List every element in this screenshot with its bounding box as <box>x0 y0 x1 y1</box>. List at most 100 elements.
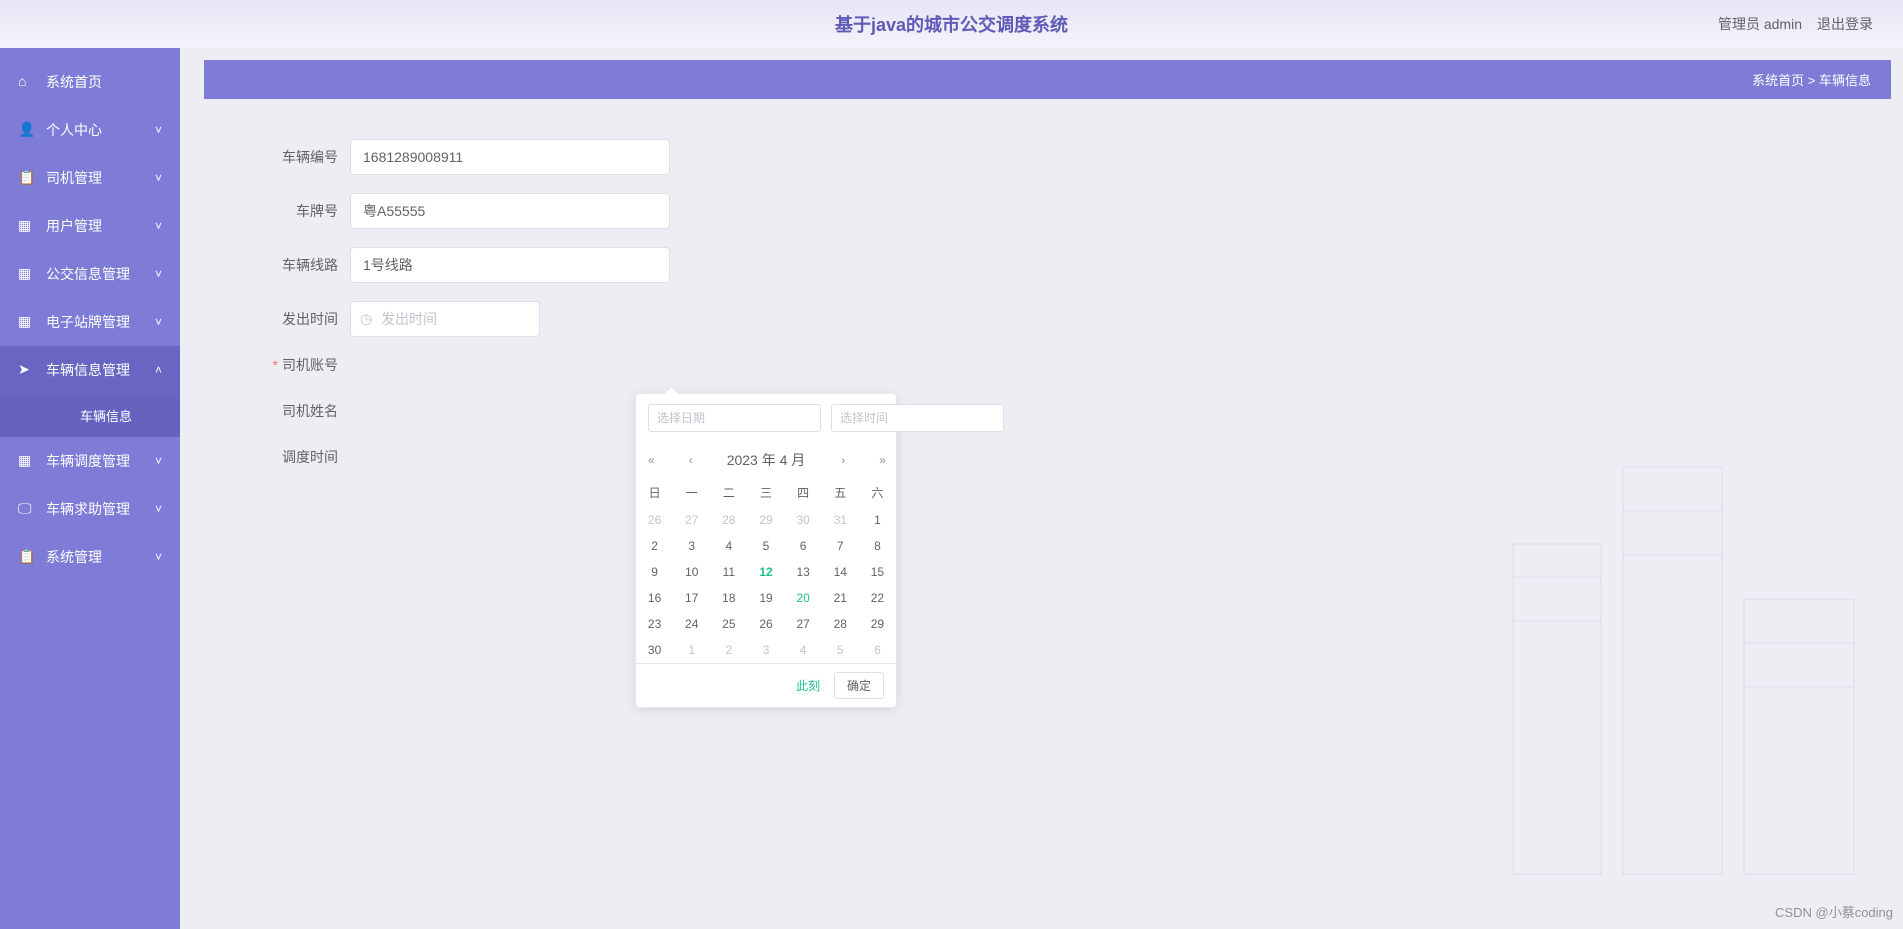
calendar-day[interactable]: 20 <box>785 585 822 611</box>
calendar-day[interactable]: 13 <box>785 559 822 585</box>
clipboard-icon: 📋 <box>18 548 36 566</box>
calendar-day[interactable]: 28 <box>710 507 747 533</box>
input-depart-time[interactable] <box>350 301 540 337</box>
calendar-day[interactable]: 5 <box>747 533 784 559</box>
datepicker-time-input[interactable] <box>831 404 1004 432</box>
calendar-day[interactable]: 16 <box>636 585 673 611</box>
monitor-icon: 🖵 <box>18 500 36 518</box>
sidebar-item-label: 车辆求助管理 <box>46 499 130 519</box>
form: 车辆编号 车牌号 车辆线路 发出时间 ◷ 司机账号 <box>180 99 1903 525</box>
calendar-day[interactable]: 8 <box>859 533 896 559</box>
calendar-day[interactable]: 2 <box>710 637 747 663</box>
calendar-day[interactable]: 6 <box>785 533 822 559</box>
breadcrumb: 系统首页 > 车辆信息 <box>204 60 1891 99</box>
person-icon: 👤 <box>18 121 36 139</box>
sidebar-item-3[interactable]: ▦用户管理˅ <box>0 202 180 250</box>
user-label[interactable]: 管理员 admin <box>1718 14 1802 34</box>
calendar-day[interactable]: 22 <box>859 585 896 611</box>
calendar-day[interactable]: 17 <box>673 585 710 611</box>
calendar-day[interactable]: 29 <box>747 507 784 533</box>
sidebar-item-label: 电子站牌管理 <box>46 312 130 332</box>
now-button[interactable]: 此刻 <box>796 679 820 693</box>
grid-icon: ▦ <box>18 217 36 235</box>
calendar-day[interactable]: 25 <box>710 611 747 637</box>
datepicker: « ‹ 2023 年 4 月 › » 日一二三四五六 2627282930311… <box>635 393 897 708</box>
calendar-day[interactable]: 29 <box>859 611 896 637</box>
input-vehicle-id[interactable] <box>350 139 670 175</box>
breadcrumb-sep: > <box>1808 73 1816 88</box>
clock-icon: ◷ <box>360 311 372 328</box>
breadcrumb-home[interactable]: 系统首页 <box>1752 73 1804 88</box>
calendar-day[interactable]: 5 <box>822 637 859 663</box>
sidebar-item-label: 系统管理 <box>46 547 102 567</box>
calendar-day[interactable]: 18 <box>710 585 747 611</box>
sidebar-item-label: 车辆信息管理 <box>46 360 130 380</box>
calendar-day[interactable]: 7 <box>822 533 859 559</box>
chevron-down-icon: ˅ <box>155 315 162 329</box>
sidebar-item-6[interactable]: ➤车辆信息管理˄ <box>0 346 180 394</box>
calendar-day[interactable]: 23 <box>636 611 673 637</box>
sidebar-item-0[interactable]: ⌂系统首页 <box>0 58 180 106</box>
calendar-day[interactable]: 24 <box>673 611 710 637</box>
calendar-day[interactable]: 4 <box>710 533 747 559</box>
submenu-item[interactable]: 车辆信息 <box>0 394 180 437</box>
calendar-table: 日一二三四五六 26272829303112345678910111213141… <box>636 478 896 663</box>
next-month-icon[interactable]: › <box>841 453 843 467</box>
calendar-day[interactable]: 1 <box>673 637 710 663</box>
label-driver-account: 司机账号 <box>240 355 350 375</box>
next-year-icon[interactable]: » <box>879 453 884 467</box>
sidebar-item-1[interactable]: 👤个人中心˅ <box>0 106 180 154</box>
label-depart-time: 发出时间 <box>240 309 350 329</box>
header-right: 管理员 admin 退出登录 <box>1718 14 1903 34</box>
calendar-day[interactable]: 11 <box>710 559 747 585</box>
sidebar-item-2[interactable]: 📋司机管理˅ <box>0 154 180 202</box>
chevron-down-icon: ˅ <box>155 267 162 281</box>
label-vehicle-id: 车辆编号 <box>240 147 350 167</box>
calendar-day[interactable]: 27 <box>673 507 710 533</box>
chevron-down-icon: ˅ <box>155 502 162 516</box>
calendar-day[interactable]: 30 <box>636 637 673 663</box>
prev-year-icon[interactable]: « <box>648 453 653 467</box>
input-plate[interactable] <box>350 193 670 229</box>
weekday-header: 二 <box>710 478 747 507</box>
calendar-day[interactable]: 15 <box>859 559 896 585</box>
sidebar-item-9[interactable]: 📋系统管理˅ <box>0 533 180 581</box>
calendar-day[interactable]: 19 <box>747 585 784 611</box>
sidebar-item-7[interactable]: ▦车辆调度管理˅ <box>0 437 180 485</box>
calendar-day[interactable]: 26 <box>747 611 784 637</box>
label-route: 车辆线路 <box>240 255 350 275</box>
sidebar-item-4[interactable]: ▦公交信息管理˅ <box>0 250 180 298</box>
calendar-day[interactable]: 1 <box>859 507 896 533</box>
ok-button[interactable]: 确定 <box>834 672 884 699</box>
sidebar-item-5[interactable]: ▦电子站牌管理˅ <box>0 298 180 346</box>
calendar-day[interactable]: 4 <box>785 637 822 663</box>
grid-icon: ▦ <box>18 265 36 283</box>
sidebar-item-8[interactable]: 🖵 车辆求助管理 ˅ <box>0 485 180 533</box>
chevron-down-icon: ˅ <box>155 171 162 185</box>
prev-month-icon[interactable]: ‹ <box>689 453 691 467</box>
watermark: CSDN @小蔡coding <box>1775 902 1893 921</box>
calendar-day[interactable]: 2 <box>636 533 673 559</box>
grid-icon: ▦ <box>18 452 36 470</box>
weekday-header: 五 <box>822 478 859 507</box>
header: 基于java的城市公交调度系统 管理员 admin 退出登录 <box>0 0 1903 48</box>
calendar-day[interactable]: 3 <box>673 533 710 559</box>
calendar-day[interactable]: 26 <box>636 507 673 533</box>
label-plate: 车牌号 <box>240 201 350 221</box>
calendar-day[interactable]: 3 <box>747 637 784 663</box>
calendar-day[interactable]: 10 <box>673 559 710 585</box>
input-route[interactable] <box>350 247 670 283</box>
calendar-day[interactable]: 30 <box>785 507 822 533</box>
main-content: 系统首页 > 车辆信息 车辆编号 车牌号 车辆线路 发出时间 ◷ <box>180 48 1903 929</box>
calendar-day[interactable]: 28 <box>822 611 859 637</box>
calendar-day[interactable]: 31 <box>822 507 859 533</box>
calendar-day[interactable]: 21 <box>822 585 859 611</box>
logout-link[interactable]: 退出登录 <box>1817 14 1873 34</box>
calendar-day[interactable]: 27 <box>785 611 822 637</box>
calendar-day[interactable]: 9 <box>636 559 673 585</box>
calendar-day[interactable]: 14 <box>822 559 859 585</box>
calendar-day[interactable]: 12 <box>747 559 784 585</box>
datepicker-date-input[interactable] <box>648 404 821 432</box>
calendar-day[interactable]: 6 <box>859 637 896 663</box>
weekday-header: 日 <box>636 478 673 507</box>
